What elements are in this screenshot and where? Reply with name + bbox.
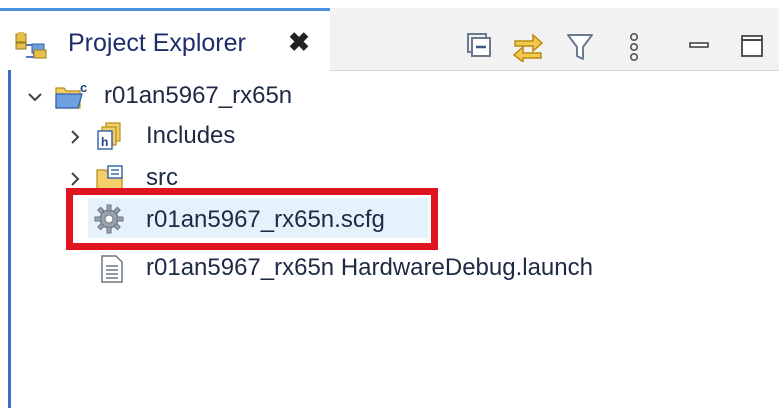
tree-item-label: r01an5967_rx65n bbox=[104, 82, 293, 109]
view-menu-icon[interactable] bbox=[626, 32, 642, 61]
callout-highlight-box bbox=[66, 188, 438, 250]
top-strip bbox=[0, 0, 779, 8]
svg-text:c: c bbox=[80, 80, 87, 95]
tab-title: Project Explorer bbox=[68, 29, 246, 57]
collapse-all-icon[interactable] bbox=[464, 32, 492, 60]
file-icon bbox=[100, 254, 124, 284]
filter-icon[interactable] bbox=[566, 32, 594, 60]
tree-item-launch[interactable]: r01an5967_rx65n HardwareDebug.launch bbox=[0, 250, 779, 286]
tree-item-includes[interactable]: h Includes bbox=[0, 118, 779, 154]
svg-text:h: h bbox=[101, 135, 108, 149]
view-header: Project Explorer ✖ bbox=[0, 8, 779, 72]
link-with-editor-icon[interactable] bbox=[512, 32, 544, 64]
project-explorer-icon bbox=[14, 31, 48, 59]
includes-folder-icon: h bbox=[94, 120, 128, 152]
minimize-icon[interactable] bbox=[686, 32, 714, 60]
chevron-down-icon[interactable] bbox=[26, 88, 44, 106]
tab-project-explorer[interactable]: Project Explorer ✖ bbox=[0, 8, 330, 72]
c-project-icon: c bbox=[52, 80, 92, 112]
chevron-right-icon[interactable] bbox=[66, 128, 84, 146]
chevron-right-icon[interactable] bbox=[66, 170, 84, 188]
tree-item-label: r01an5967_rx65n HardwareDebug.launch bbox=[146, 254, 593, 281]
maximize-icon[interactable] bbox=[738, 32, 766, 60]
tree-item-project[interactable]: c r01an5967_rx65n bbox=[0, 78, 779, 114]
close-icon[interactable]: ✖ bbox=[284, 27, 314, 57]
tree-item-label: Includes bbox=[146, 122, 236, 149]
